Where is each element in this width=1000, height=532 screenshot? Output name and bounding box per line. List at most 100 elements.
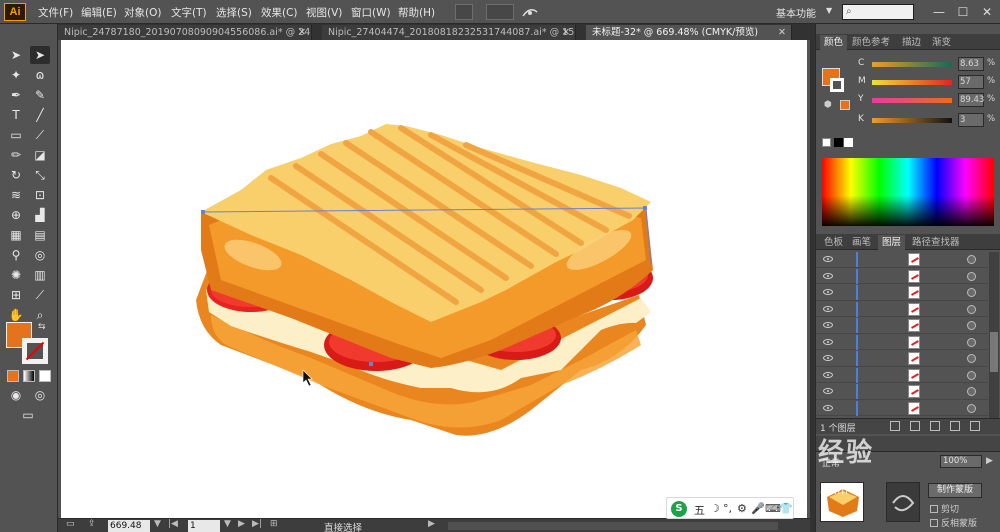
paintbrush-tool-icon[interactable]: ⟋ — [30, 126, 50, 144]
workspace-dropdown-icon[interactable]: ▼ — [826, 6, 832, 15]
target-icon[interactable] — [967, 288, 976, 297]
blend-tool-icon[interactable]: ◎ — [30, 246, 50, 264]
screen-mode-icon[interactable]: ▭ — [18, 406, 38, 424]
tab-doc-3[interactable]: 未标题-32* @ 669.48% (CMYK/预览) ✕ — [586, 25, 792, 40]
column-graph-tool-icon[interactable]: ▥ — [30, 266, 50, 284]
warp-tool-icon[interactable]: ≋ — [6, 186, 26, 204]
mesh-tool-icon[interactable]: ▦ — [6, 226, 26, 244]
visibility-eye-icon[interactable] — [823, 322, 833, 328]
layer-row[interactable] — [816, 351, 988, 367]
visibility-eye-icon[interactable] — [823, 256, 833, 262]
swap-colors-icon[interactable]: ⇆ — [38, 322, 46, 332]
menu-effect[interactable]: 效果(C) — [261, 5, 298, 20]
rotate-tool-icon[interactable]: ↻ — [6, 166, 26, 184]
tab-doc-1[interactable]: Nipic_24787180_20190708090904556086.ai* … — [58, 25, 312, 40]
layer-row[interactable] — [816, 285, 988, 301]
ime-logo[interactable]: S — [671, 501, 687, 517]
locate-object-icon[interactable] — [890, 421, 900, 431]
minimize-button[interactable]: — — [928, 3, 950, 21]
artboard-tool-icon[interactable]: ⊞ — [6, 286, 26, 304]
layer-row[interactable] — [816, 318, 988, 334]
export-icon[interactable]: ⇪ — [88, 519, 96, 529]
cyan-value-input[interactable]: 8.63 — [958, 57, 984, 71]
magenta-slider[interactable] — [872, 80, 952, 85]
gradient-tool-icon[interactable]: ▤ — [30, 226, 50, 244]
tab-layers[interactable]: 图层 — [878, 235, 906, 250]
eraser-tool-icon[interactable]: ◪ — [30, 146, 50, 164]
rectangle-tool-icon[interactable]: ▭ — [6, 126, 26, 144]
gpu-performance-icon[interactable] — [520, 4, 540, 20]
target-icon[interactable] — [967, 321, 976, 330]
first-artboard-icon[interactable]: |◀ — [168, 519, 178, 529]
type-tool-icon[interactable]: T — [6, 106, 26, 124]
tab-pathfinder[interactable]: 路径查找器 — [908, 235, 964, 250]
close-icon[interactable]: ✕ — [562, 25, 570, 40]
visibility-eye-icon[interactable] — [823, 305, 833, 312]
pen-tool-icon[interactable]: ✒ — [6, 86, 26, 104]
menu-window[interactable]: 窗口(W) — [351, 5, 391, 20]
canvas-area[interactable] — [58, 40, 810, 518]
menu-select[interactable]: 选择(S) — [216, 5, 252, 20]
layer-row[interactable] — [816, 268, 988, 284]
color-mode-icon[interactable] — [7, 370, 19, 382]
layer-row[interactable] — [816, 400, 988, 416]
visibility-eye-icon[interactable] — [823, 272, 833, 279]
visibility-eye-icon[interactable] — [823, 338, 833, 345]
close-icon[interactable]: ✕ — [298, 25, 306, 40]
menu-help[interactable]: 帮助(H) — [398, 5, 435, 20]
slice-tool-icon[interactable]: ⟋ — [30, 286, 50, 304]
tab-doc-2[interactable]: Nipic_27404474_20180818232531744087.ai* … — [322, 25, 576, 40]
mode-icon[interactable]: ▭ — [66, 519, 75, 529]
zoom-dropdown-icon[interactable]: ▼ — [154, 519, 161, 529]
target-icon[interactable] — [967, 255, 976, 264]
make-clipping-mask-icon[interactable] — [910, 421, 920, 431]
target-icon[interactable] — [967, 354, 976, 363]
target-icon[interactable] — [967, 271, 976, 281]
sandwich-illustration[interactable] — [61, 40, 807, 518]
menu-view[interactable]: 视图(V) — [306, 5, 342, 20]
workspace-switcher[interactable]: 基本功能 — [776, 5, 816, 20]
line-tool-icon[interactable]: ╱ — [30, 106, 50, 124]
target-icon[interactable] — [967, 387, 976, 396]
opacity-dropdown-icon[interactable]: ▶ — [986, 456, 993, 466]
tab-stroke[interactable]: 描边 — [898, 35, 925, 50]
stroke-color-swatch[interactable] — [22, 338, 48, 364]
layer-row[interactable] — [816, 334, 988, 350]
target-icon[interactable] — [967, 370, 976, 380]
selection-tool-icon[interactable]: ➤ — [6, 46, 26, 64]
status-menu-icon[interactable]: ▶ — [428, 519, 435, 529]
none-swatch[interactable] — [822, 138, 831, 147]
zoom-input[interactable]: 669.48 — [108, 520, 150, 532]
white-swatch[interactable] — [844, 138, 853, 147]
gradient-mode-icon[interactable] — [23, 370, 35, 382]
tab-gradient[interactable]: 渐变 — [928, 35, 955, 50]
close-icon[interactable]: ✕ — [778, 25, 786, 40]
draw-behind-icon[interactable]: ◎ — [30, 386, 50, 404]
layer-row[interactable] — [816, 367, 988, 383]
clip-checkbox[interactable]: 剪切 — [930, 502, 959, 515]
ime-voice-icon[interactable]: 🎤 — [751, 502, 765, 515]
ime-skin-icon[interactable]: 👕 — [779, 502, 793, 515]
artboard[interactable] — [61, 40, 807, 518]
ime-moon-icon[interactable]: ☽ — [710, 502, 720, 515]
cyan-slider[interactable] — [872, 62, 952, 67]
target-icon[interactable] — [967, 337, 976, 347]
chart-tool-icon[interactable]: ▟ — [30, 206, 50, 224]
lasso-tool-icon[interactable]: ɷ — [30, 66, 50, 84]
last-artboard-icon[interactable]: ▶| — [252, 519, 262, 529]
black-slider[interactable] — [872, 118, 952, 123]
arrange-documents-button[interactable] — [486, 4, 514, 20]
curvature-tool-icon[interactable]: ✎ — [30, 86, 50, 104]
tab-color-guide[interactable]: 颜色参考 — [848, 35, 894, 50]
yellow-value-input[interactable]: 89.43 — [958, 93, 984, 107]
target-icon[interactable] — [967, 403, 976, 413]
layer-row[interactable] — [816, 301, 988, 317]
delete-layer-icon[interactable] — [970, 421, 980, 431]
visibility-eye-icon[interactable] — [823, 404, 833, 411]
tab-swatches[interactable]: 色板 — [820, 235, 847, 250]
ime-input-mode[interactable]: 五 — [694, 502, 705, 518]
none-mode-icon[interactable] — [39, 370, 51, 382]
next-artboard-icon[interactable]: ▶ — [238, 519, 245, 529]
pencil-tool-icon[interactable]: ✏ — [6, 146, 26, 164]
free-transform-tool-icon[interactable]: ⊡ — [30, 186, 50, 204]
